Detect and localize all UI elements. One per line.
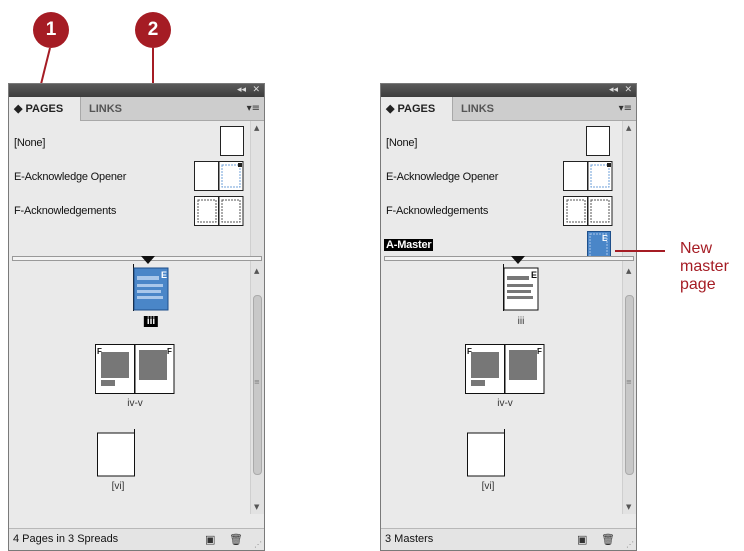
panel-menu-icon[interactable]: ▾≡ — [619, 103, 632, 114]
spread-iv-v-thumbnail[interactable]: F F — [95, 344, 175, 394]
master-none-thumbnail[interactable] — [220, 126, 244, 156]
tab-pages[interactable]: ◆ PAGES — [381, 97, 453, 121]
collapse-icon[interactable]: ◂◂ — [237, 84, 246, 97]
spread-vi-label[interactable]: [vi] — [482, 481, 495, 492]
collapse-icon[interactable]: ◂◂ — [609, 84, 618, 97]
new-page-icon[interactable]: ▣ — [577, 533, 587, 546]
callout-1: 1 — [33, 12, 69, 48]
callout-1-line — [39, 47, 51, 86]
resize-grip-icon[interactable]: ⋰ — [626, 540, 634, 549]
master-f-label[interactable]: F-Acknowledgements — [14, 205, 116, 217]
master-none-thumbnail[interactable] — [586, 126, 610, 156]
spread-iii-thumbnail[interactable]: E — [133, 256, 169, 312]
pages-section: E iii F F iv-v [vi] ▲ ≡ ▼ — [9, 256, 264, 529]
panel-titlebar: ◂◂ ✕ — [381, 84, 636, 97]
master-none-label[interactable]: [None] — [386, 137, 417, 149]
status-text: 3 Masters — [385, 533, 434, 545]
status-bar: 4 Pages in 3 Spreads ▣ 🗑 ⋰ — [9, 528, 264, 550]
master-e-thumbnail[interactable] — [563, 161, 613, 191]
master-a-label[interactable]: A-Master — [384, 239, 434, 251]
close-icon[interactable]: ✕ — [624, 84, 632, 97]
master-e-label[interactable]: E-Acknowledge Opener — [386, 171, 498, 183]
new-page-icon[interactable]: ▣ — [205, 533, 215, 546]
scroll-up-icon[interactable]: ▲ — [254, 124, 259, 132]
pages-panel-right: ◂◂ ✕ ◆ PAGES LINKS ▾≡ [None] E-Acknowled… — [380, 83, 637, 551]
svg-text:F: F — [467, 347, 472, 356]
master-f-thumbnail[interactable] — [563, 196, 613, 226]
pages-scrollbar[interactable]: ▲ ≡ ▼ — [622, 264, 636, 514]
spread-vi-label[interactable]: [vi] — [112, 481, 125, 492]
trash-icon[interactable]: 🗑 — [229, 533, 243, 546]
panel-titlebar: ◂◂ ✕ — [9, 84, 264, 97]
tab-links[interactable]: LINKS — [453, 97, 497, 121]
panel-divider[interactable] — [12, 256, 262, 261]
tab-bar: ◆ PAGES LINKS ▾≡ — [381, 97, 636, 121]
master-f-label[interactable]: F-Acknowledgements — [386, 205, 488, 217]
scroll-down-icon[interactable]: ▼ — [254, 503, 259, 511]
master-e-thumbnail[interactable] — [194, 161, 244, 191]
trash-icon[interactable]: 🗑 — [601, 533, 615, 546]
master-none-label[interactable]: [None] — [14, 137, 45, 149]
tab-pages[interactable]: ◆ PAGES — [9, 97, 81, 121]
spread-vi-thumbnail[interactable] — [97, 429, 137, 477]
annotation-text: New master page — [680, 240, 729, 294]
panel-divider[interactable] — [384, 256, 634, 261]
spread-iii-label[interactable]: iii — [143, 316, 159, 327]
scroll-down-icon[interactable]: ▼ — [626, 503, 631, 511]
status-bar: 3 Masters ▣ 🗑 ⋰ — [381, 528, 636, 550]
status-text: 4 Pages in 3 Spreads — [13, 533, 119, 545]
master-f-thumbnail[interactable] — [194, 196, 244, 226]
resize-grip-icon[interactable]: ⋰ — [254, 540, 262, 549]
svg-text:F: F — [167, 347, 172, 356]
spread-iv-v-thumbnail[interactable]: F F — [465, 344, 545, 394]
svg-text:E: E — [531, 270, 537, 280]
spread-iv-v-label[interactable]: iv-v — [497, 398, 513, 409]
svg-text:F: F — [537, 347, 542, 356]
scroll-grip-icon: ≡ — [626, 378, 632, 386]
svg-text:F: F — [97, 347, 102, 356]
pages-scrollbar[interactable]: ▲ ≡ ▼ — [250, 264, 264, 514]
close-icon[interactable]: ✕ — [252, 84, 260, 97]
annotation-line-3: page — [680, 276, 716, 293]
annotation-line-1: New — [680, 240, 713, 257]
scroll-grip-icon: ≡ — [254, 378, 260, 386]
annotation-line — [615, 250, 665, 252]
scroll-up-icon[interactable]: ▲ — [626, 124, 631, 132]
tab-bar: ◆ PAGES LINKS ▾≡ — [9, 97, 264, 121]
scroll-up-icon[interactable]: ▲ — [626, 267, 631, 275]
svg-text:E: E — [161, 270, 167, 280]
master-e-label[interactable]: E-Acknowledge Opener — [14, 171, 126, 183]
pages-panel-left: ◂◂ ✕ ◆ PAGES LINKS ▾≡ [None] E-Acknowled… — [8, 83, 265, 551]
spread-iii-thumbnail[interactable]: E — [503, 256, 539, 312]
panel-menu-icon[interactable]: ▾≡ — [247, 103, 260, 114]
annotation-line-2: master — [680, 258, 729, 275]
spread-vi-thumbnail[interactable] — [467, 429, 507, 477]
spread-iv-v-label[interactable]: iv-v — [127, 398, 143, 409]
spread-iii-label[interactable]: iii — [518, 316, 525, 327]
svg-text:E: E — [602, 234, 608, 243]
callout-2: 2 — [135, 12, 171, 48]
tab-links[interactable]: LINKS — [81, 97, 125, 121]
scroll-up-icon[interactable]: ▲ — [254, 267, 259, 275]
pages-section: E iii F F iv-v [vi] ▲ ≡ ▼ — [381, 256, 636, 529]
